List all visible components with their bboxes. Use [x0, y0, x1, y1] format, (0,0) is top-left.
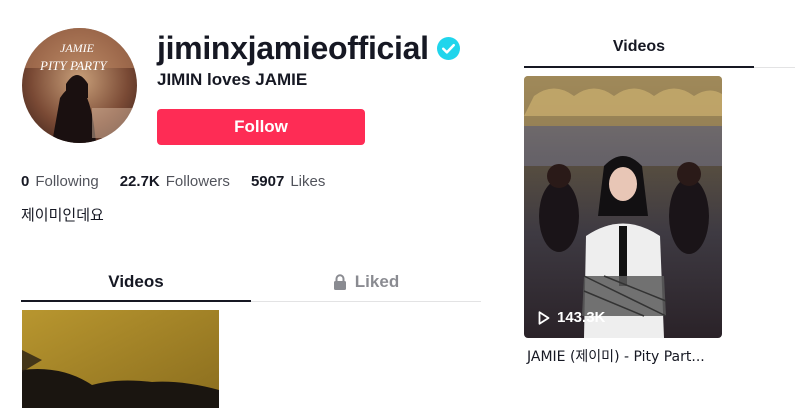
video-title[interactable]: JAMIE (제이미) - Pity Part... — [527, 346, 727, 366]
tab-liked-label: Liked — [354, 271, 400, 291]
stat-number: 0 — [21, 173, 30, 190]
stat-label: Followers — [165, 173, 230, 190]
tab-videos[interactable]: Videos — [21, 262, 251, 301]
avatar[interactable]: JAMIE PITY PARTY — [22, 28, 137, 143]
stat-followers[interactable]: 22.7K Followers — [120, 173, 230, 190]
tab-active-indicator — [21, 300, 251, 302]
nickname: JIMIN loves JAMIE — [157, 70, 308, 89]
sidebar-tab-indicator — [524, 66, 754, 68]
profile-tabs: Videos Liked — [21, 262, 481, 302]
video-card[interactable]: 143.3K — [524, 76, 722, 338]
video-thumbnail[interactable] — [22, 310, 219, 408]
tab-liked[interactable]: Liked — [251, 262, 481, 301]
stat-label: Following — [35, 173, 99, 190]
play-icon — [538, 310, 550, 325]
stats-row: 0 Following 22.7K Followers 5907 Likes — [21, 173, 346, 190]
username: jiminxjamieofficial — [157, 30, 429, 66]
avatar-text-line1: JAMIE — [60, 41, 95, 55]
bio: 제이미인데요 — [21, 206, 104, 224]
username-row: jiminxjamieofficial — [157, 28, 460, 68]
verified-badge-icon — [436, 36, 460, 60]
stat-following[interactable]: 0 Following — [21, 173, 99, 190]
stat-likes: 5907 Likes — [251, 173, 325, 190]
stat-label: Likes — [290, 173, 326, 190]
stat-number: 22.7K — [119, 173, 160, 190]
avatar-text-line2: PITY PARTY — [39, 58, 108, 73]
lock-icon — [333, 273, 346, 290]
stat-number: 5907 — [250, 173, 285, 190]
sidebar-tabs: Videos — [524, 30, 795, 68]
view-count-text: 143.3K — [557, 309, 606, 326]
view-count: 143.3K — [538, 309, 605, 326]
follow-button[interactable]: Follow — [157, 109, 365, 145]
tab-videos-label: Videos — [108, 271, 164, 291]
sidebar-tab-videos[interactable]: Videos — [524, 38, 754, 56]
